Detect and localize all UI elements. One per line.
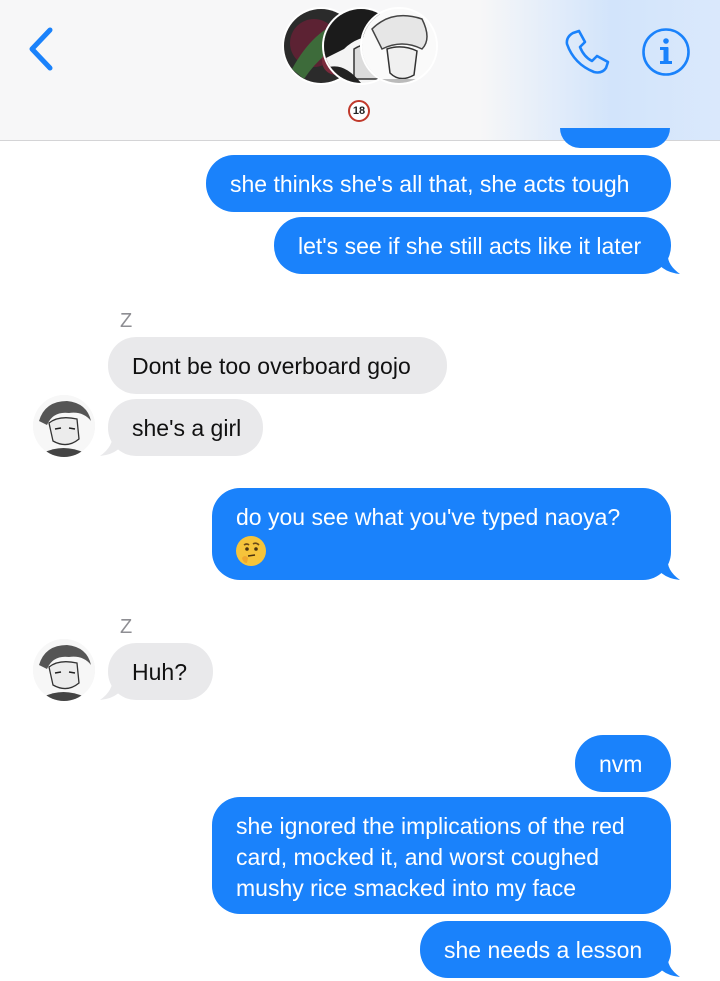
bubble-tail <box>100 434 128 456</box>
message-text: nvm <box>599 751 643 777</box>
message-bubble-outgoing[interactable]: nvm <box>575 735 671 792</box>
message-text: do you see what you've typed naoya? <box>236 504 621 530</box>
message-text: she ignored the implications of the red … <box>236 813 625 901</box>
bubble-tail <box>652 558 680 580</box>
message-bubble-outgoing[interactable]: she needs a lesson <box>420 921 671 978</box>
sender-avatar[interactable] <box>33 395 95 457</box>
message-bubble-outgoing[interactable]: do you see what you've typed naoya? <box>212 488 671 580</box>
group-avatar[interactable] <box>282 7 440 87</box>
message-text: she thinks she's all that, she acts toug… <box>230 171 630 197</box>
message-bubble-outgoing[interactable]: she ignored the implications of the red … <box>212 797 671 914</box>
conversation-header: 18 <box>0 0 720 141</box>
message-text: she needs a lesson <box>444 937 643 963</box>
message-text: she's a girl <box>132 415 242 441</box>
thinking-face-icon <box>236 535 266 566</box>
message-bubble-incoming[interactable]: she's a girl <box>108 399 263 456</box>
sender-avatar[interactable] <box>33 639 95 701</box>
group-member-avatar <box>360 7 438 85</box>
message-bubble-outgoing[interactable]: she thinks she's all that, she acts toug… <box>206 155 671 212</box>
phone-icon[interactable] <box>560 26 612 78</box>
sender-name: Z <box>120 310 133 332</box>
bubble-tail <box>652 252 680 274</box>
info-icon[interactable] <box>640 26 692 78</box>
sender-name: Z <box>120 616 133 638</box>
message-text: Huh? <box>132 659 187 685</box>
message-bubble-incoming[interactable]: Dont be too overboard gojo <box>108 337 447 394</box>
message-text: Dont be too overboard gojo <box>132 353 411 379</box>
message-bubble-outgoing[interactable]: let's see if she still acts like it late… <box>274 217 671 274</box>
bubble-tail <box>652 955 680 977</box>
bubble-tail <box>100 678 128 700</box>
message-bubble-outgoing <box>560 128 670 148</box>
message-text: let's see if she still acts like it late… <box>298 233 642 259</box>
rating-badge: 18 <box>348 100 370 122</box>
chevron-left-icon[interactable] <box>22 24 62 74</box>
